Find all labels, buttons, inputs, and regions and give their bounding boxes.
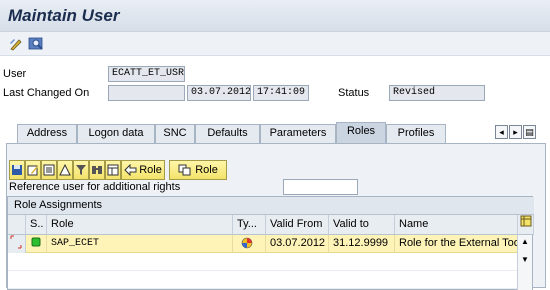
composite-role-icon xyxy=(233,235,266,253)
reference-user-label: Reference user for additional rights xyxy=(9,181,181,193)
details-icon[interactable] xyxy=(41,160,57,180)
display-change-icon[interactable] xyxy=(8,36,24,52)
valid-to-cell[interactable]: 31.12.9999 xyxy=(329,235,395,253)
role-cell[interactable]: SAP_ECET xyxy=(47,235,233,253)
user-label: User xyxy=(3,68,27,80)
column-layout-icon[interactable] xyxy=(518,215,534,235)
table-row[interactable]: SAP_ECET 03.07.2012 31.12.9999 Role for … xyxy=(8,235,518,253)
tab-prev-icon[interactable]: ▸ xyxy=(509,125,522,139)
tab-address[interactable]: Address xyxy=(17,124,77,143)
title-bar: Maintain User xyxy=(0,0,550,32)
grid-title: Role Assignments xyxy=(8,197,534,215)
user-field[interactable]: ECATT_ET_USR xyxy=(108,66,185,82)
row-selector[interactable] xyxy=(8,235,26,253)
status-light-icon xyxy=(26,235,47,253)
print-icon[interactable] xyxy=(57,160,73,180)
last-changed-label: Last Changed On xyxy=(3,87,90,99)
tab-list-icon[interactable]: ▤ xyxy=(523,125,536,139)
column-header-type[interactable]: Ty... xyxy=(233,215,266,235)
role-copy-icon xyxy=(178,164,191,176)
vertical-scrollbar[interactable]: ▲ ▼ xyxy=(517,235,532,290)
tab-first-icon[interactable]: ◂ xyxy=(495,125,508,139)
tab-logon-data[interactable]: Logon data xyxy=(77,124,155,143)
tab-roles[interactable]: Roles xyxy=(336,122,386,143)
find-icon[interactable] xyxy=(89,160,105,180)
role-button-label-2: Role xyxy=(195,164,218,176)
tab-parameters[interactable]: Parameters xyxy=(260,124,336,143)
role-arrow-icon xyxy=(124,164,137,176)
row-selector-header[interactable] xyxy=(8,215,26,235)
column-header-role[interactable]: Role xyxy=(47,215,233,235)
last-changed-time-field[interactable]: 17:41:09 xyxy=(253,85,309,101)
application-toolbar xyxy=(0,32,550,56)
page-title: Maintain User xyxy=(8,6,120,25)
valid-from-cell[interactable]: 03.07.2012 xyxy=(266,235,329,253)
empty-row xyxy=(8,271,518,289)
column-header-valid-from[interactable]: Valid From xyxy=(266,215,329,235)
role-name-cell[interactable]: Role for the External Tool xyxy=(395,235,518,253)
role-overview-button[interactable]: Role xyxy=(169,160,227,180)
role-assignments-grid: Role Assignments S.. Role Ty... Valid Fr… xyxy=(7,196,534,290)
layout-icon[interactable] xyxy=(105,160,121,180)
save-icon[interactable] xyxy=(9,160,25,180)
tab-snc[interactable]: SNC xyxy=(155,124,195,143)
tab-defaults[interactable]: Defaults xyxy=(195,124,260,143)
other-user-icon[interactable] xyxy=(28,36,44,52)
reference-user-input[interactable] xyxy=(283,179,358,195)
last-changed-by-field[interactable] xyxy=(108,85,185,101)
filter-icon[interactable] xyxy=(73,160,89,180)
roles-toolbar: Role Role xyxy=(9,160,299,182)
column-header-status[interactable]: S.. xyxy=(26,215,47,235)
tabstrip: Address Logon data SNC Defaults Paramete… xyxy=(0,121,550,143)
scroll-up-icon[interactable]: ▲ xyxy=(521,237,529,246)
tab-profiles[interactable]: Profiles xyxy=(386,124,446,143)
status-label: Status xyxy=(338,87,370,99)
last-changed-date-field[interactable]: 03.07.2012 xyxy=(187,85,251,101)
empty-row xyxy=(8,253,518,271)
role-info-button[interactable]: Role xyxy=(121,160,165,180)
status-field[interactable]: Revised xyxy=(389,85,485,101)
column-header-name[interactable]: Name xyxy=(395,215,518,235)
change-icon[interactable] xyxy=(25,160,41,180)
scroll-down-icon[interactable]: ▼ xyxy=(521,255,529,264)
column-header-valid-to[interactable]: Valid to xyxy=(329,215,395,235)
role-button-label-1: Role xyxy=(139,164,162,176)
